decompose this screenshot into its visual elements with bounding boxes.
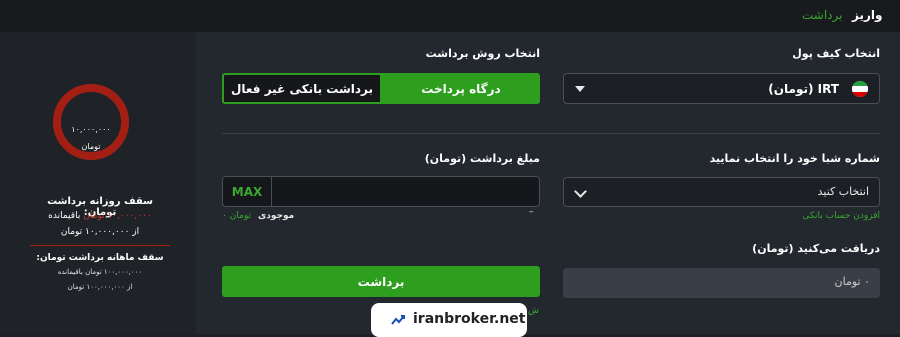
chevron-down-icon: [574, 185, 587, 198]
add-bank-account-link[interactable]: افزودن حساب بانکی: [760, 211, 880, 221]
daily-remaining-unit: تومان: [83, 211, 105, 221]
iran-flag-icon: [852, 81, 868, 97]
balance-label: موجودی: [258, 211, 295, 221]
wallet-select[interactable]: IRT (تومان): [563, 73, 880, 104]
iban-label: شماره شبا خود را انتخاب نمایید: [709, 152, 880, 165]
daily-remaining-word: باقیمانده: [48, 211, 81, 221]
trend-arrow-icon: [391, 315, 405, 325]
tab-withdraw[interactable]: برداشت: [802, 8, 842, 22]
iban-select[interactable]: انتخاب کنید: [563, 177, 880, 207]
amount-dash: –: [529, 207, 534, 217]
wallet-label: انتخاب کیف پول: [792, 47, 880, 60]
partial-text: ش: [528, 306, 539, 316]
monthly-limit-of: از ۱۰۰,۰۰۰,۰۰۰ تومان: [67, 283, 133, 291]
iban-placeholder: انتخاب کنید: [817, 185, 869, 198]
chevron-down-icon: [575, 86, 585, 92]
max-button[interactable]: MAX: [223, 177, 272, 206]
gauge-value: ۱۰,۰۰۰,۰۰۰: [71, 125, 111, 134]
daily-limit-of: از ۱۰,۰۰۰,۰۰۰ تومان: [60, 227, 140, 237]
daily-limit-gauge: [53, 84, 129, 160]
method-label: انتخاب روش برداشت: [425, 47, 540, 60]
amount-label: مبلغ برداشت (تومان): [424, 152, 540, 165]
daily-remaining: ۱۰,۰۰۰,۰۰۰ تومان باقیمانده: [30, 211, 170, 221]
section-divider: [222, 133, 880, 134]
limits-divider: [30, 245, 170, 246]
balance-value: ۰ تومان: [222, 211, 252, 221]
receive-value: ۰ تومان: [834, 275, 870, 288]
bank-withdraw-inactive-button[interactable]: برداشت بانکی غیر فعال: [222, 73, 382, 104]
gauge-unit: تومان: [81, 142, 101, 151]
top-tab-bar: [0, 0, 900, 32]
receive-label: دریافت می‌کنید (تومان): [752, 242, 880, 255]
monthly-limit-title: سقف ماهانه برداشت تومان:: [36, 253, 164, 263]
amount-input[interactable]: MAX: [222, 176, 540, 207]
daily-remaining-value: ۱۰,۰۰۰,۰۰۰: [107, 211, 152, 221]
withdraw-submit-button[interactable]: برداشت: [222, 266, 540, 297]
gateway-button[interactable]: درگاه پرداخت: [382, 73, 540, 104]
tab-deposit[interactable]: واریز: [852, 8, 882, 22]
watermark-text: iranbroker.net: [413, 311, 526, 327]
monthly-remaining: ۱۰۰,۰۰۰,۰۰۰ تومان باقیمانده: [57, 268, 143, 276]
receive-field: ۰ تومان: [563, 268, 880, 298]
watermark-badge: iranbroker.net: [371, 303, 527, 337]
wallet-selected-value: IRT (تومان): [768, 82, 839, 96]
